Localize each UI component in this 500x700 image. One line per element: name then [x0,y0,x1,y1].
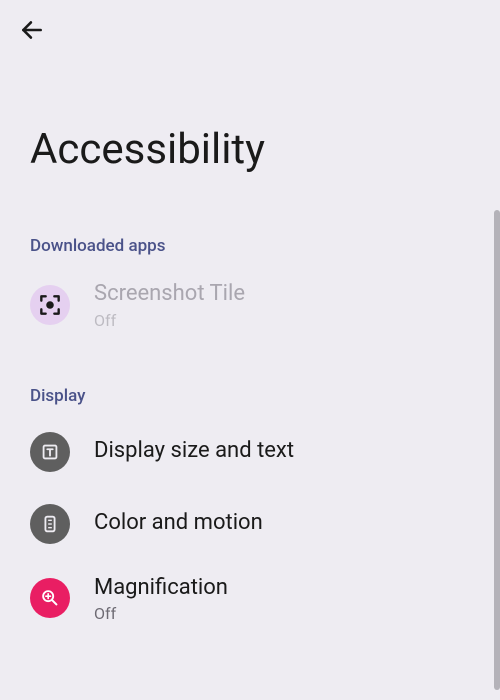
page-title: Accessibility [0,60,500,224]
item-title: Screenshot Tile [94,280,245,309]
color-motion-icon [30,504,70,544]
item-subtitle: Off [94,604,228,623]
text-size-icon [30,432,70,472]
arrow-left-icon [19,17,45,43]
item-title: Magnification [94,574,228,603]
magnification-icon [30,578,70,618]
item-display-size-text[interactable]: Display size and text [0,416,500,488]
back-button[interactable] [18,16,46,44]
item-text: Color and motion [94,509,263,538]
item-text: Display size and text [94,437,294,466]
section-header-display: Display [0,374,500,416]
screenshot-tile-icon [30,285,70,325]
item-title: Display size and text [94,437,294,466]
section-header-downloaded: Downloaded apps [0,224,500,266]
item-screenshot-tile[interactable]: Screenshot Tile Off [0,266,500,344]
item-text: Magnification Off [94,574,228,624]
item-subtitle: Off [94,311,245,330]
item-color-motion[interactable]: Color and motion [0,488,500,560]
item-magnification[interactable]: Magnification Off [0,560,500,638]
item-title: Color and motion [94,509,263,538]
item-text: Screenshot Tile Off [94,280,245,330]
scrollbar[interactable] [494,210,500,690]
header [0,0,500,60]
